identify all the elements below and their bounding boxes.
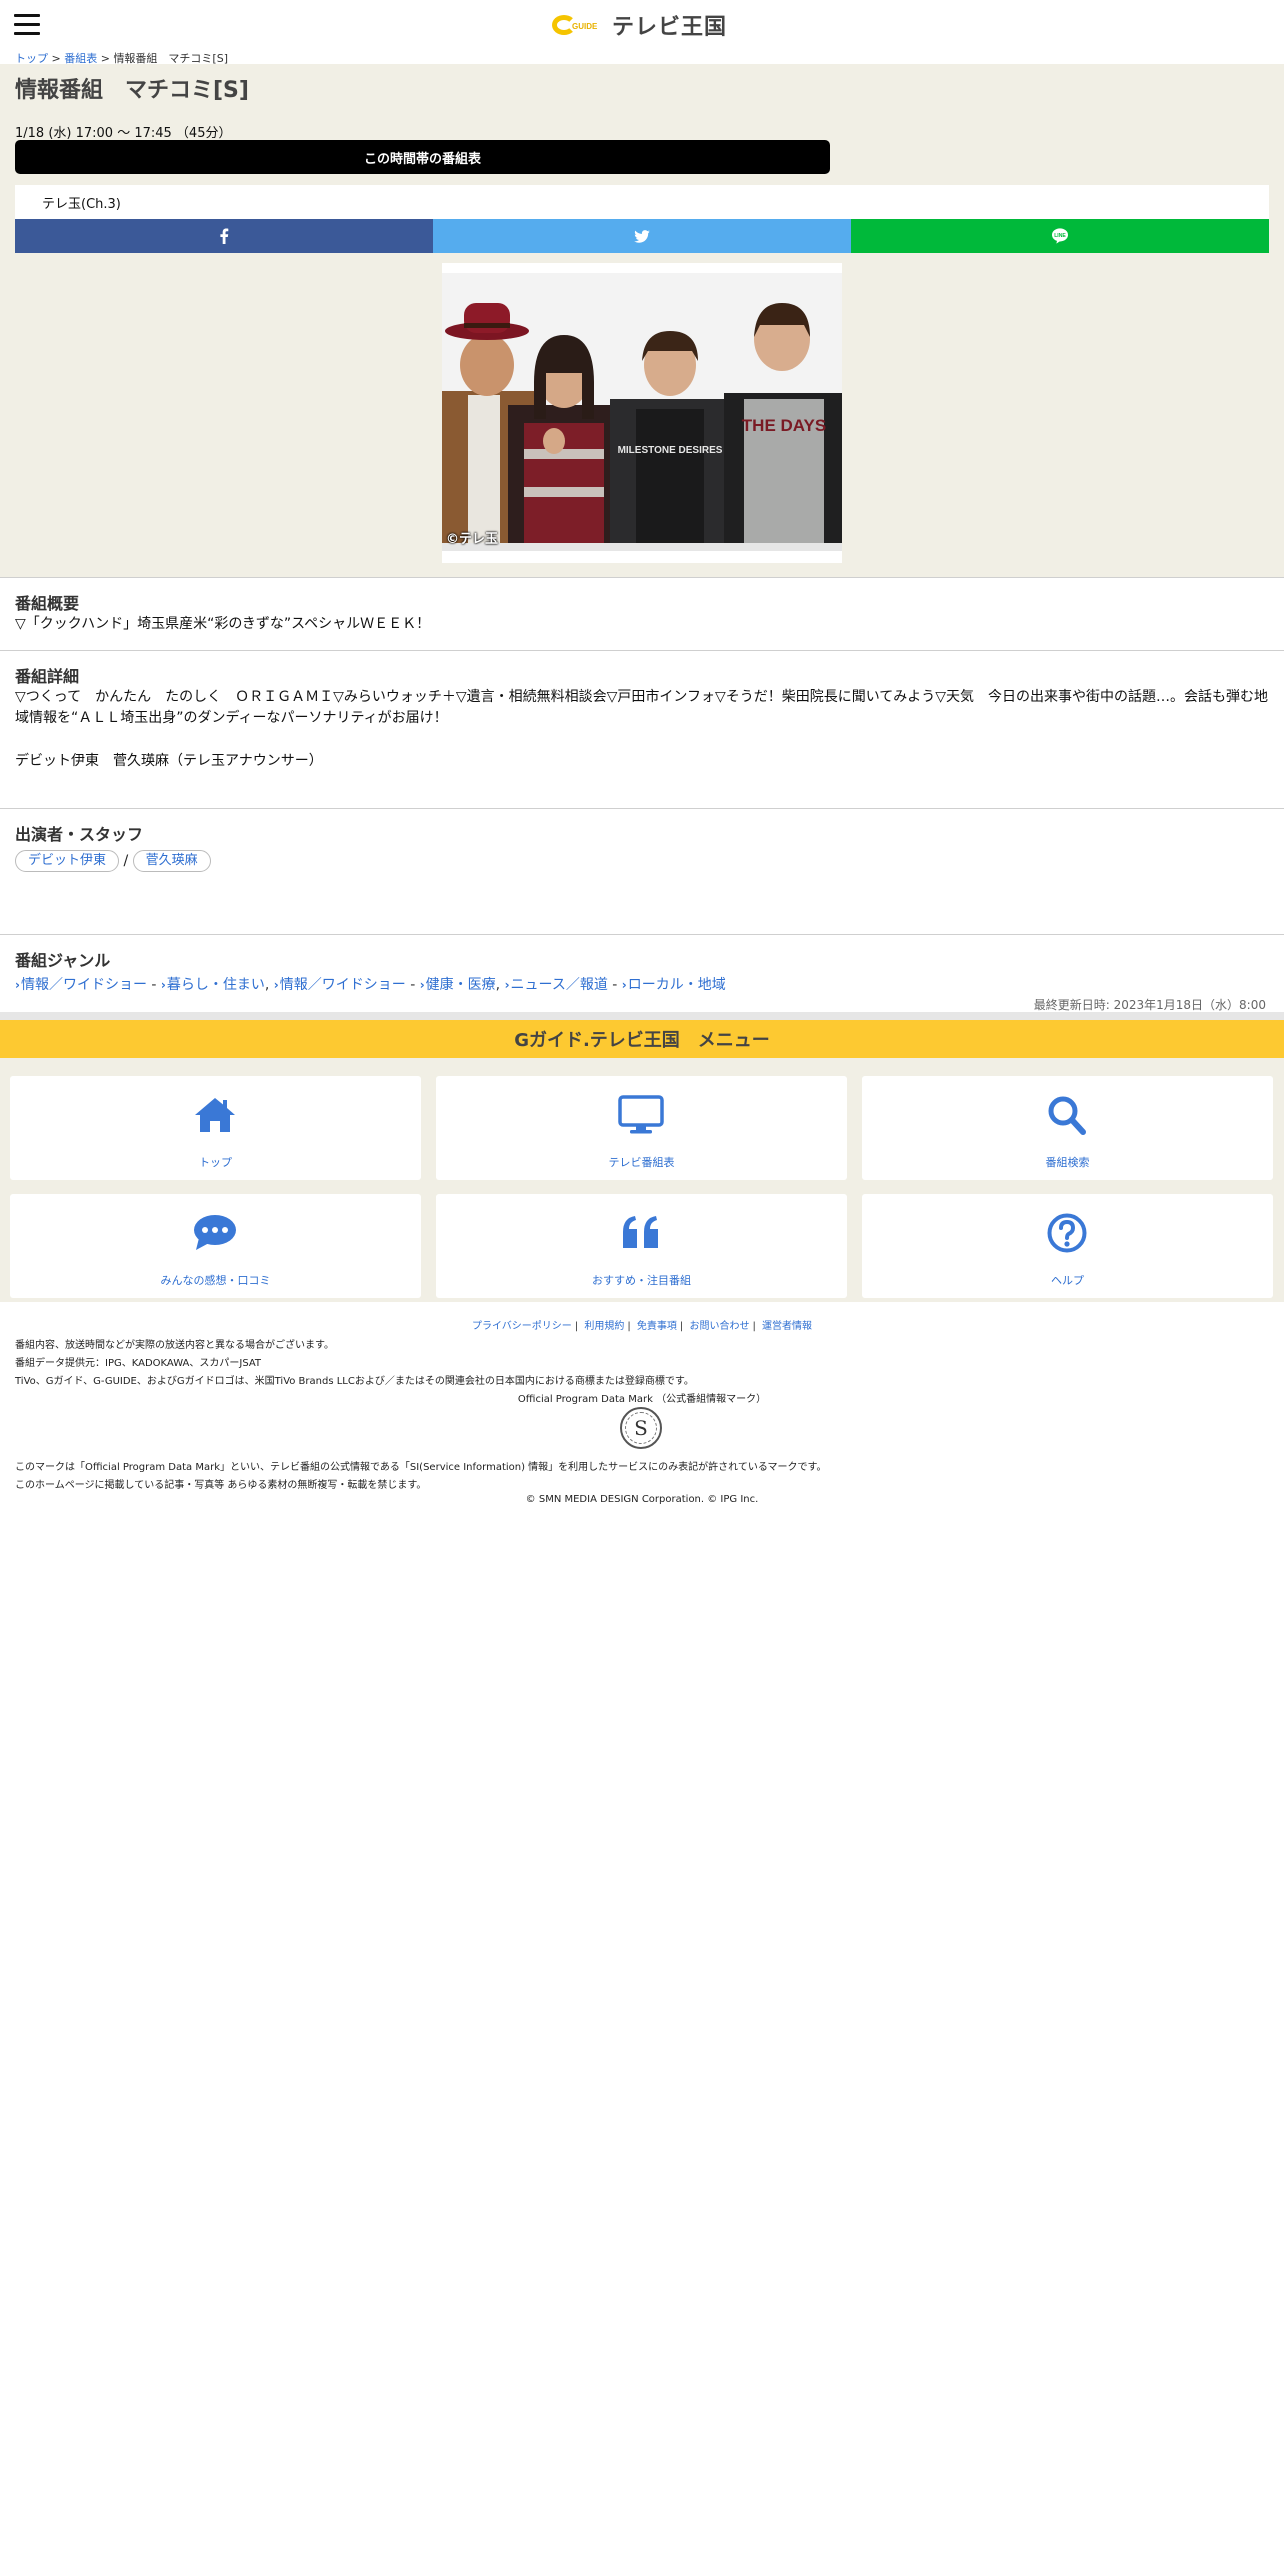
cast-separator: / (123, 853, 129, 869)
section-divider (0, 934, 1284, 935)
shirt-text-right: THE DAYS (742, 416, 826, 435)
breadcrumb: トップ > 番組表 > 情報番組 マチコミ[S] (15, 50, 228, 65)
cast-tag[interactable]: デビット伊東 (15, 850, 120, 872)
g-guide-logo-mark: GUIDE (552, 13, 608, 37)
section-divider (0, 650, 1284, 651)
footer-trademark: TiVo、Gガイド、G-GUIDE、およびGガイドロゴは、米国TiVo Bran… (15, 1376, 694, 1387)
facebook-share-button[interactable] (15, 219, 433, 253)
footer-links: プライバシーポリシー | 利用規約 | 免責事項 | お問い合わせ | 運営者情報 (0, 1317, 1284, 1332)
program-photo: MILESTONE DESIRES THE DAYS ©テレ玉 (442, 273, 842, 551)
genre-comma: , (264, 977, 270, 993)
menu-grid: トップ テレビ番組表 番組検索 みんなの感想・口コミ おすすめ・注目番組 ヘルプ (0, 1058, 1284, 1302)
cast-heading: 出演者・スタッフ (15, 825, 144, 844)
overview-heading: 番組概要 (15, 594, 80, 613)
site-logo[interactable]: GUIDE テレビ王国 (552, 10, 727, 40)
logo-sub-text: GUIDE (572, 22, 598, 31)
detail-text: ▽つくって かんたん たのしく ＯＲＩＧＡＭＩ▽みらいウォッチ＋▽遺言・相続無料… (15, 689, 1269, 726)
genre-dash: - (612, 977, 618, 993)
menu-tile-label: おすすめ・注目番組 (592, 1274, 691, 1287)
shirt-text-left: MILESTONE DESIRES (618, 445, 723, 456)
detail-heading: 番組詳細 (15, 667, 80, 686)
menu-tile-recommended[interactable]: おすすめ・注目番組 (436, 1194, 847, 1298)
disclaimer-link[interactable]: 免責事項 (637, 1321, 677, 1332)
last-updated: 最終更新日時: 2023年1月18日（水）8:00 (1033, 998, 1266, 1012)
quote-icon (623, 1216, 658, 1248)
program-photo-frame: MILESTONE DESIRES THE DAYS ©テレ玉 (442, 263, 842, 563)
footer-copy-notice: このホームページに掲載している記事・写真等 あらゆる素材の無断複写・転載を禁じま… (15, 1480, 427, 1491)
genre-list: ›情報／ワイドショー - ›暮らし・住まい, ›情報／ワイドショー - ›健康・… (15, 974, 726, 994)
contact-link[interactable]: お問い合わせ (689, 1321, 749, 1332)
menu-tile-label: みんなの感想・口コミ (160, 1274, 271, 1287)
genre-link[interactable]: ローカル・地域 (628, 977, 726, 993)
chevron-right-icon: › (160, 978, 166, 992)
menu-tile-label: ヘルプ (1051, 1274, 1084, 1287)
section-divider (0, 808, 1284, 809)
genre-link[interactable]: 健康・医療 (426, 977, 496, 993)
genre-dash: - (410, 977, 416, 993)
cast-tag[interactable]: 菅久瑛麻 (132, 850, 211, 872)
twitter-icon (634, 229, 650, 243)
section-divider (0, 577, 1284, 578)
genre-link[interactable]: 情報／ワイドショー (280, 977, 406, 993)
timeslot-schedule-button[interactable]: この時間帯の番組表 (15, 140, 830, 174)
chevron-right-icon: › (621, 978, 627, 992)
chevron-right-icon: › (419, 978, 425, 992)
menu-tile-help[interactable]: ヘルプ (862, 1194, 1273, 1298)
menu-tile-top[interactable]: トップ (10, 1076, 421, 1180)
footer-note: 番組内容、放送時間などが実際の放送内容と異なる場合がございます。 (15, 1340, 334, 1351)
share-bar: LINE (15, 219, 1269, 253)
facebook-icon (220, 228, 229, 244)
footer-separator: | (574, 1321, 579, 1332)
footer-mark-explanation: このマークは「Official Program Data Mark」といい、テレ… (15, 1462, 827, 1473)
channel-label: テレ玉(Ch.3) (15, 185, 1269, 219)
chevron-right-icon: › (15, 978, 20, 992)
search-icon (1048, 1096, 1086, 1135)
footer-separator: | (679, 1321, 684, 1332)
photo-credit: ©テレ玉 (446, 532, 499, 547)
terms-link[interactable]: 利用規約 (584, 1321, 624, 1332)
footer-separator: | (752, 1321, 756, 1332)
detail-cast-text: デビット伊東 菅久瑛麻（テレ玉アナウンサー） (15, 753, 323, 769)
genre-link[interactable]: 暮らし・住まい (167, 977, 265, 993)
hamburger-menu-icon[interactable] (14, 14, 40, 36)
site-header: GUIDE テレビ王国 (0, 0, 1284, 50)
help-icon (1047, 1213, 1087, 1253)
logo-text: テレビ王国 (612, 15, 728, 40)
genre-heading: 番組ジャンル (15, 951, 111, 970)
official-program-data-mark-icon: S (620, 1407, 662, 1449)
genre-dash: - (151, 977, 157, 993)
menu-tile-label: トップ (199, 1156, 232, 1169)
menu-tile-tv-schedule[interactable]: テレビ番組表 (436, 1076, 847, 1180)
mark-letter: S (625, 1412, 657, 1444)
comment-icon (194, 1215, 236, 1250)
overview-text: ▽「クックハンド」埼玉県産米“彩のきずな”スペシャルＷＥＥＫ！ (15, 616, 431, 632)
program-photo-illustration: MILESTONE DESIRES THE DAYS (442, 273, 842, 551)
cast-tags: デビット伊東 / 菅久瑛麻 (15, 850, 211, 872)
menu-tile-search[interactable]: 番組検索 (862, 1076, 1273, 1180)
menu-tile-label: 番組検索 (1045, 1156, 1090, 1169)
svg-text:LINE: LINE (1054, 233, 1066, 239)
airtime-text: 1/18 (水) 17:00 ～ 17:45 （45分） (15, 126, 232, 141)
chevron-right-icon: › (504, 978, 510, 992)
privacy-policy-link[interactable]: プライバシーポリシー (472, 1321, 572, 1332)
chevron-right-icon: › (273, 978, 279, 992)
operator-info-link[interactable]: 運営者情報 (762, 1321, 812, 1332)
home-icon (195, 1098, 235, 1132)
twitter-share-button[interactable] (433, 219, 851, 253)
menu-tile-reviews[interactable]: みんなの感想・口コミ (10, 1194, 421, 1298)
menu-tile-label: テレビ番組表 (608, 1156, 675, 1169)
footer-data-provider: 番組データ提供元：IPG、KADOKAWA、スカパーJSAT (15, 1358, 262, 1369)
genre-link[interactable]: 情報／ワイドショー (21, 977, 147, 993)
genre-comma: , (495, 977, 501, 993)
line-icon: LINE (1052, 228, 1068, 244)
genre-link[interactable]: ニュース／報道 (511, 977, 608, 993)
menu-title-bar: Gガイド.テレビ王国 メニュー (0, 1020, 1284, 1058)
page-title: 情報番組 マチコミ[S] (15, 78, 249, 103)
official-mark-caption: Official Program Data Mark （公式番組情報マーク） (517, 1394, 767, 1405)
menu-top-strip (0, 1012, 1284, 1020)
line-share-button[interactable]: LINE (851, 219, 1269, 253)
footer-separator: | (627, 1321, 631, 1332)
tv-icon (618, 1095, 664, 1134)
copyright: © SMN MEDIA DESIGN Corporation. © IPG In… (525, 1494, 759, 1505)
